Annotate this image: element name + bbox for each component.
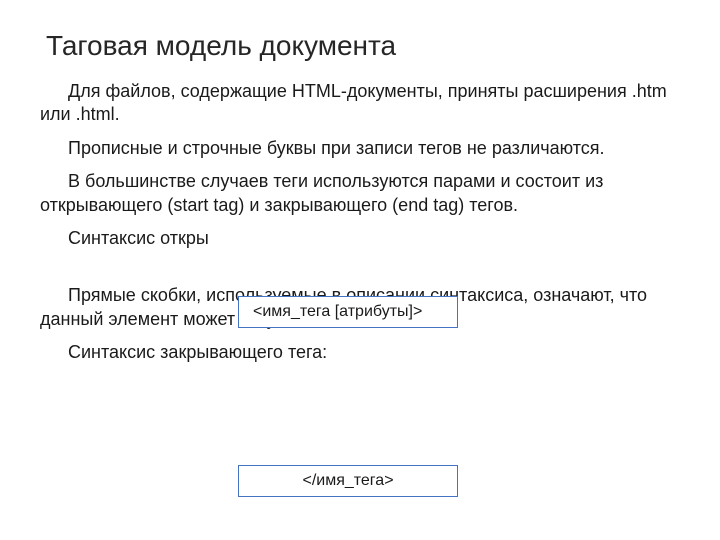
paragraph: В большинстве случаев теги используются … <box>40 170 680 217</box>
slide: Таговая модель документа Для файлов, сод… <box>0 0 720 540</box>
paragraph: Прописные и строчные буквы при записи те… <box>40 137 680 160</box>
syntax-open-tag-box: <имя_тега [атрибуты]> <box>238 296 458 328</box>
slide-title: Таговая модель документа <box>46 30 680 62</box>
syntax-close-tag-box: </имя_тега> <box>238 465 458 497</box>
paragraph: Для файлов, содержащие HTML-документы, п… <box>40 80 680 127</box>
paragraph: Синтаксис закрывающего тега: <box>40 341 680 364</box>
paragraph: Синтаксис откры <box>40 227 680 250</box>
